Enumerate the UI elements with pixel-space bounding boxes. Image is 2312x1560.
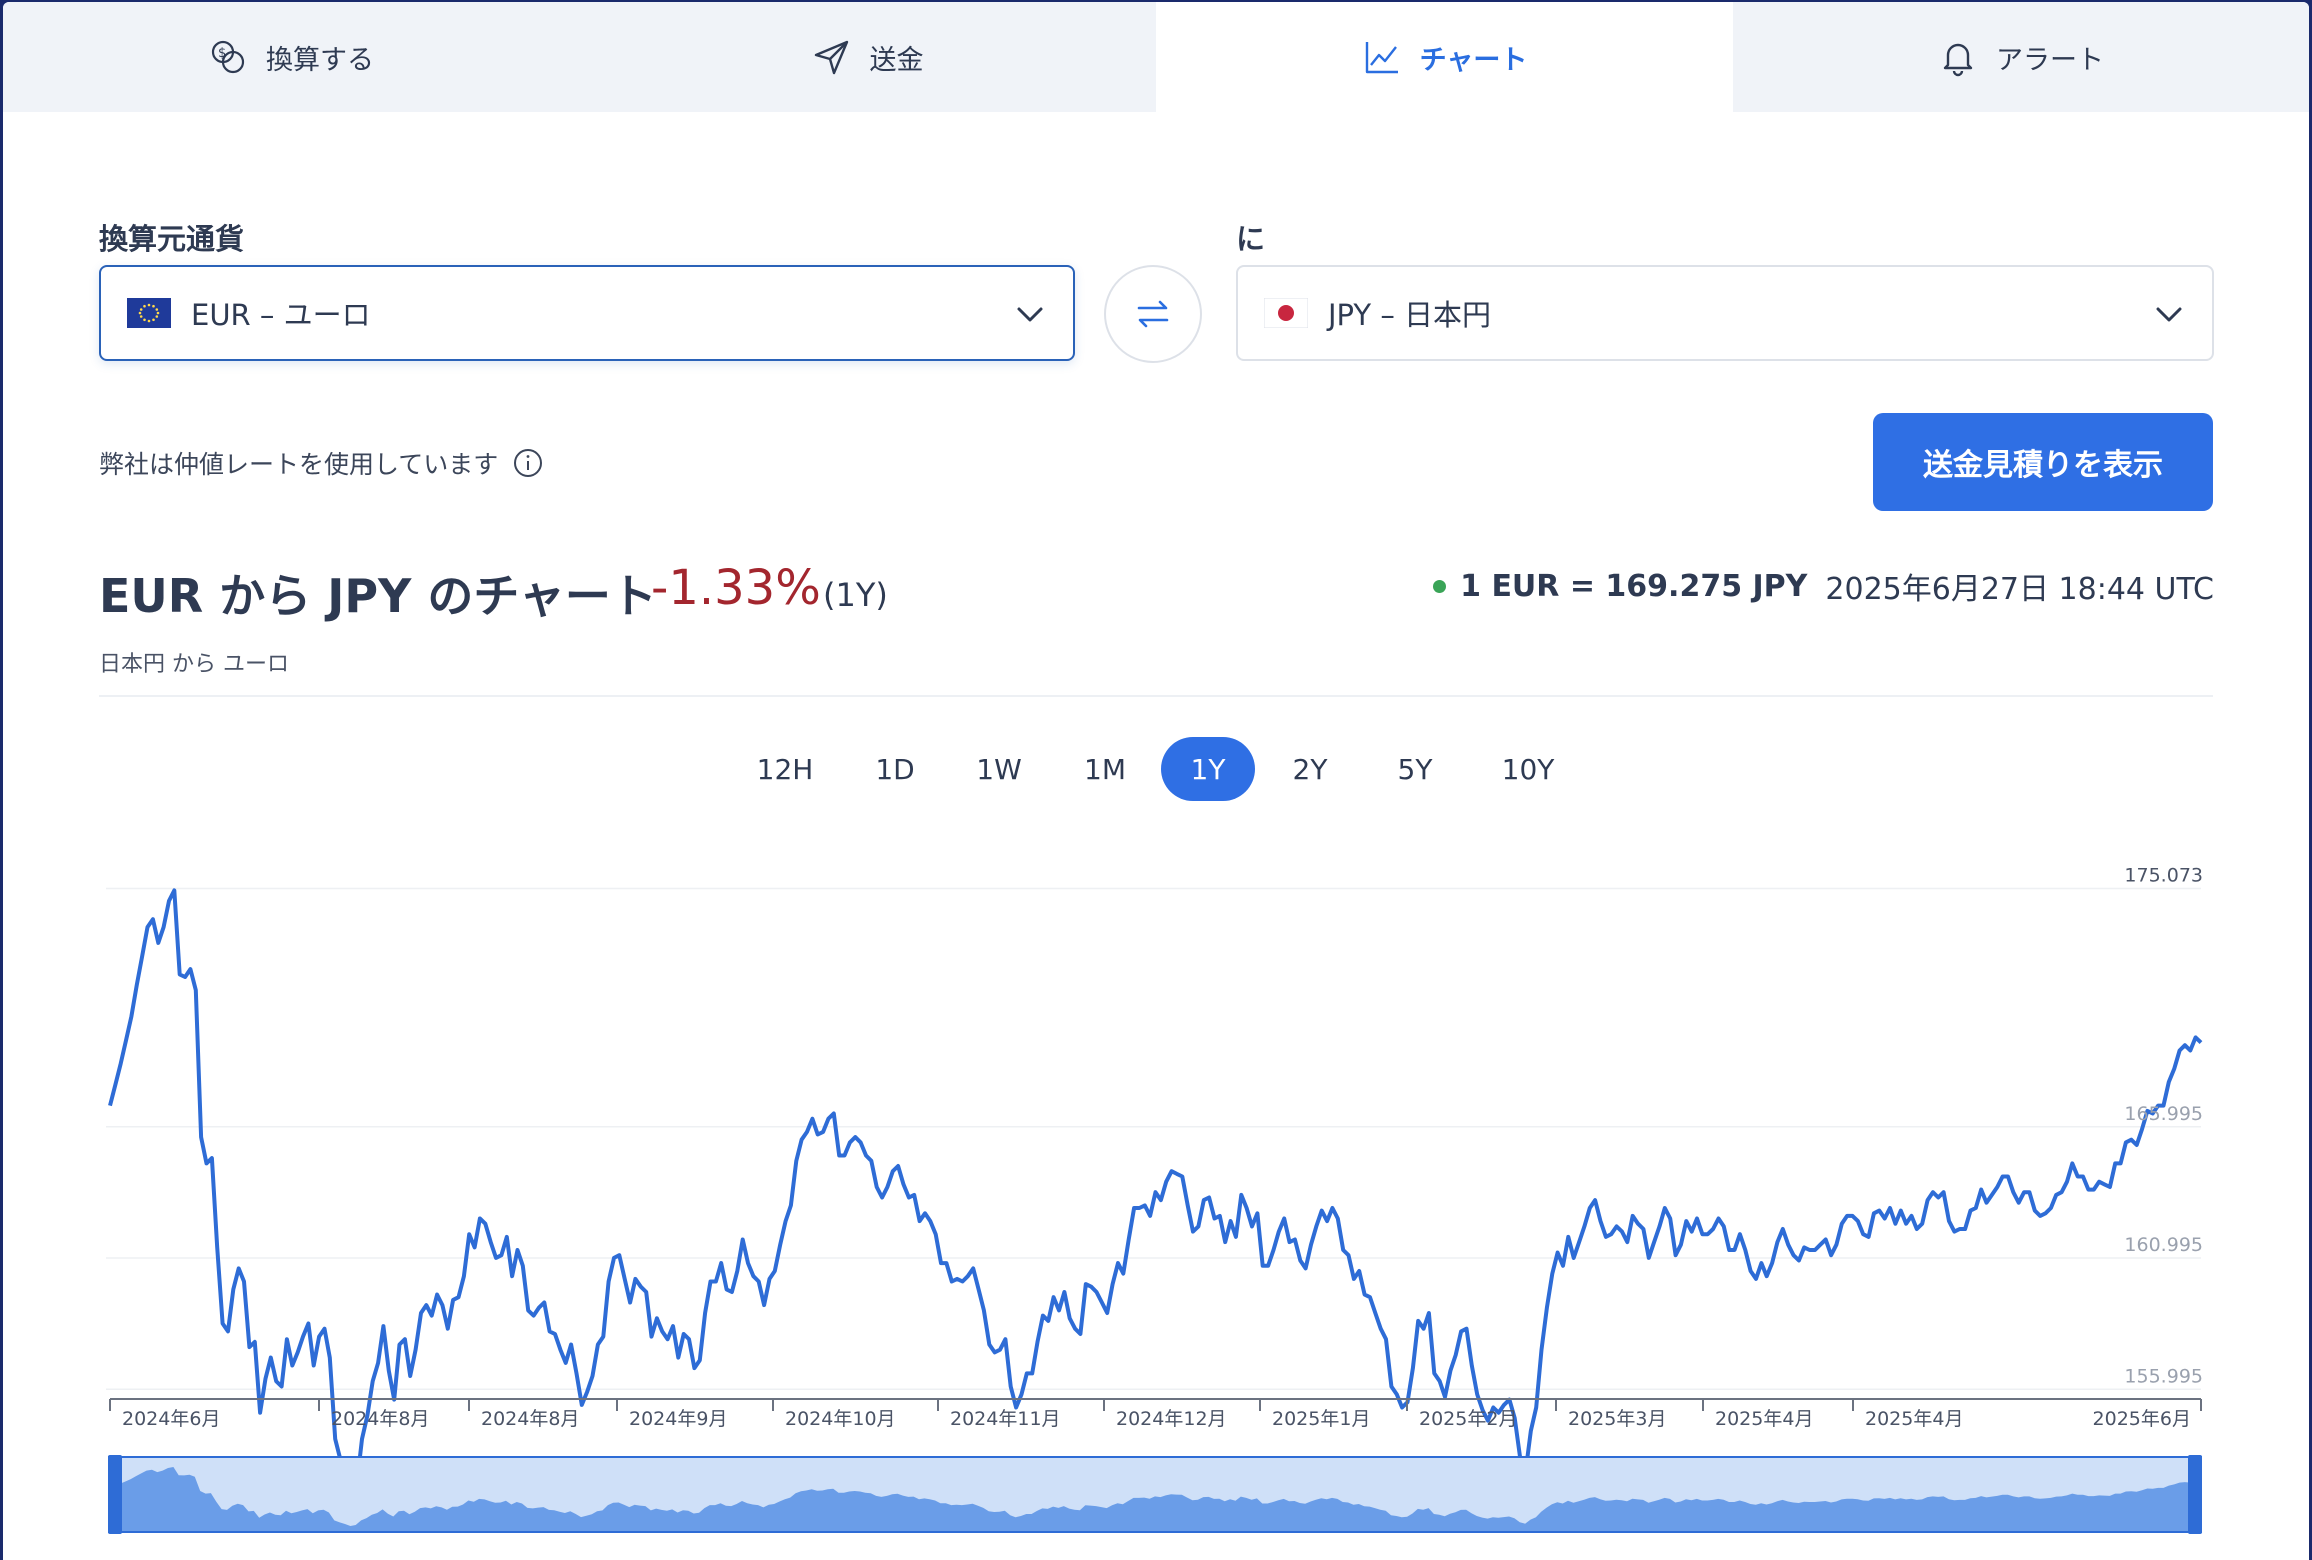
divider (99, 695, 2213, 697)
x-tick-label: 2025年4月 (1865, 1408, 1963, 1430)
view-transfer-quote-button[interactable]: 送金見積りを表示 (1873, 413, 2213, 511)
y-tick-label: 160.995 (2124, 1234, 2203, 1256)
period-button-2y[interactable]: 2Y (1266, 737, 1354, 801)
x-tick-label: 2025年2月 (1419, 1408, 1517, 1430)
tab-label: アラート (1996, 44, 2104, 76)
chart-title: EUR から JPY のチャート (99, 569, 657, 623)
period-button-1m[interactable]: 1M (1062, 737, 1148, 801)
from-currency-value: EUR – ユーロ (191, 298, 371, 332)
x-tick-label: 2024年6月 (122, 1408, 220, 1430)
tab-alert[interactable]: アラート (1733, 2, 2309, 112)
x-tick-label: 2025年1月 (1272, 1408, 1370, 1430)
app-window: $ 換算する 送金 チャート アラート 換算元通貨 に EUR – ユーロ JP… (3, 2, 2309, 1560)
chevron-down-icon (1017, 307, 1043, 322)
coins-icon: $ (211, 40, 245, 74)
x-tick-label: 2024年8月 (481, 1408, 579, 1430)
navigator-handle-left[interactable] (108, 1455, 122, 1534)
y-tick-label: 175.073 (2124, 864, 2203, 886)
x-tick-label: 2024年10月 (785, 1408, 896, 1430)
period-button-5y[interactable]: 5Y (1372, 737, 1458, 801)
eu-flag-icon (127, 298, 171, 328)
x-tick-label: 2025年6月 (2093, 1408, 2191, 1430)
chart-inverse-link[interactable]: 日本円 から ユーロ (99, 646, 289, 678)
rate-change: -1.33% (651, 560, 821, 616)
rate-change-period: (1Y) (823, 576, 888, 614)
from-currency-label: 換算元通貨 (99, 222, 245, 256)
midmarket-note-text: 弊社は仲値レートを使用しています (99, 450, 499, 479)
tab-label: 換算する (266, 44, 374, 76)
period-button-12h[interactable]: 12H (740, 737, 830, 801)
swap-arrows-icon (1137, 300, 1169, 328)
y-tick-label: 165.995 (2124, 1103, 2203, 1125)
navigator-handle-right[interactable] (2188, 1455, 2202, 1534)
midmarket-note: 弊社は仲値レートを使用しています (99, 445, 544, 481)
info-icon[interactable] (512, 447, 544, 479)
x-tick-label: 2025年3月 (1568, 1408, 1666, 1430)
to-currency-value: JPY – 日本円 (1328, 298, 1492, 332)
tab-label: チャート (1419, 44, 1528, 76)
x-tick-label: 2024年12月 (1116, 1408, 1227, 1430)
tab-send[interactable]: 送金 (579, 2, 1156, 112)
period-button-1w[interactable]: 1W (956, 737, 1042, 801)
live-status-dot (1433, 579, 1447, 593)
x-tick-label: 2024年9月 (629, 1408, 727, 1430)
tab-chart[interactable]: チャート (1156, 2, 1733, 112)
chart-icon (1365, 42, 1398, 74)
x-tick-label: 2024年8月 (331, 1408, 429, 1430)
japan-flag-icon (1264, 298, 1308, 328)
rate-chart[interactable]: 175.073 165.995 160.995 155.995 2024年6月 2024年… (3, 842, 2309, 1560)
period-button-10y[interactable]: 10Y (1480, 737, 1576, 801)
svg-text:$: $ (218, 46, 226, 61)
period-button-1d[interactable]: 1D (855, 737, 935, 801)
x-tick-label: 2025年4月 (1715, 1408, 1813, 1430)
chevron-down-icon (2156, 307, 2182, 322)
period-selector: 12H 1D 1W 1M 1Y 2Y 5Y 10Y (3, 737, 2309, 801)
to-currency-select[interactable]: JPY – 日本円 (1236, 265, 2214, 361)
tab-convert[interactable]: $ 換算する (3, 2, 579, 112)
bell-icon (1943, 43, 1973, 77)
to-currency-label: に (1236, 222, 1266, 256)
send-icon (814, 40, 848, 75)
tab-label: 送金 (869, 44, 924, 76)
live-rate: 1 EUR = 169.275 JPY 2025年6月27日 18:44 UTC (1433, 564, 2214, 608)
y-tick-label: 155.995 (2124, 1365, 2203, 1387)
rate-line (108, 888, 2203, 1499)
swap-currencies-button[interactable] (1104, 265, 1202, 363)
period-button-1y[interactable]: 1Y (1161, 737, 1255, 801)
from-currency-select[interactable]: EUR – ユーロ (99, 265, 1075, 361)
tab-bar: $ 換算する 送金 チャート アラート (3, 2, 2309, 112)
live-rate-value: 1 EUR = 169.275 JPY (1460, 568, 1808, 604)
x-tick-label: 2024年11月 (950, 1408, 1061, 1430)
live-rate-timestamp: 2025年6月27日 18:44 UTC (1825, 572, 2214, 607)
